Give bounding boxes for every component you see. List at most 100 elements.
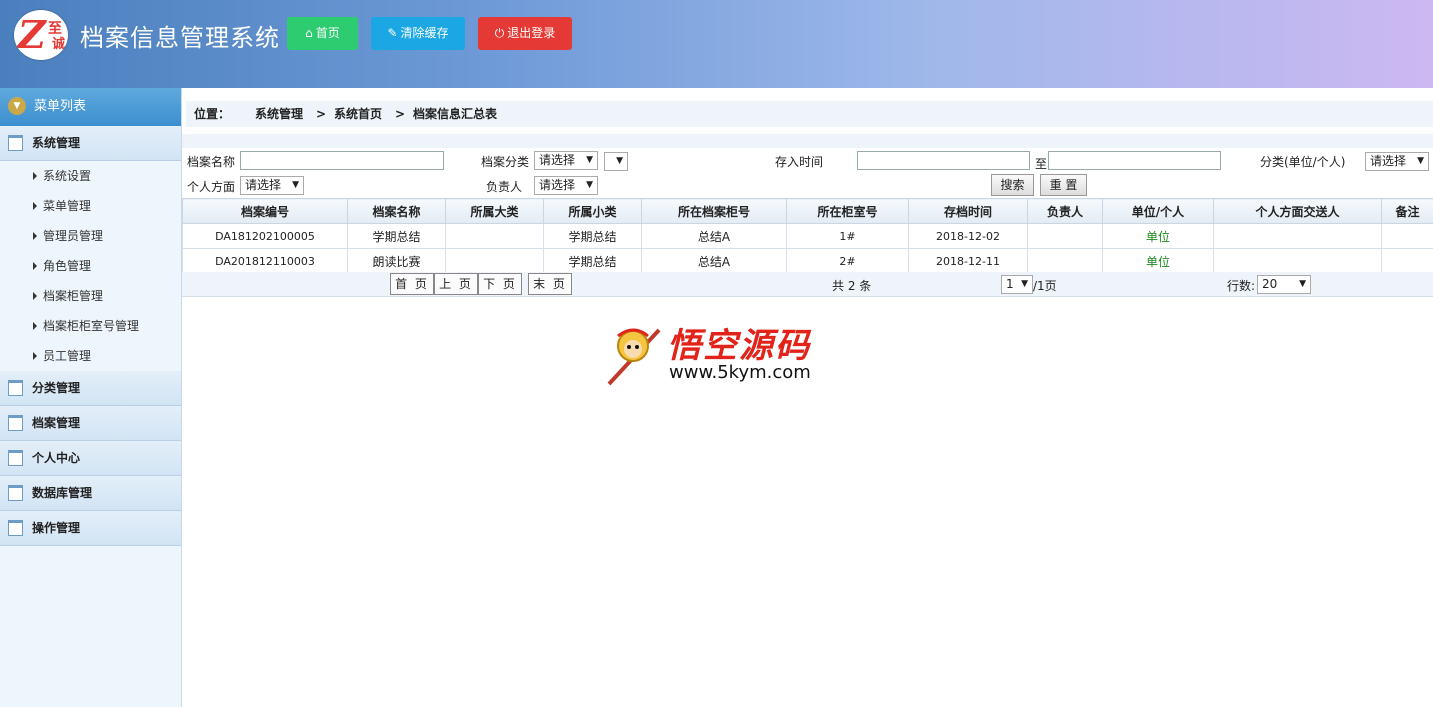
table-cell: 2#: [786, 248, 909, 274]
wrench-icon: ✎: [387, 26, 398, 40]
group-label: 分类管理: [32, 381, 81, 395]
page-select[interactable]: 1 ▼: [1001, 275, 1033, 294]
table-cell: 总结A: [641, 248, 787, 274]
archive-table: 档案编号 档案名称 所属大类 所属小类 所在档案柜号 所在柜室号 存档时间 负责…: [182, 198, 1433, 274]
table-cell: [1027, 248, 1103, 274]
sidebar-item-label: 档案柜柜室号管理: [43, 319, 140, 333]
column-header[interactable]: 负责人: [1027, 198, 1103, 224]
column-header[interactable]: 所属大类: [445, 198, 544, 224]
chevron-down-icon[interactable]: ▼: [8, 96, 26, 115]
breadcrumb-system-management[interactable]: 系统管理: [255, 101, 303, 127]
select-value: 请选择: [539, 153, 576, 167]
search-button[interactable]: 搜索: [991, 174, 1034, 196]
breadcrumb-system-home[interactable]: 系统首页: [334, 101, 382, 127]
reset-button[interactable]: 重 置: [1040, 174, 1087, 196]
column-header[interactable]: 所在档案柜号: [641, 198, 787, 224]
home-button[interactable]: ⌂ 首页: [287, 17, 358, 50]
sidebar-group-personal-center[interactable]: 个人中心: [0, 441, 181, 476]
table-cell: 单位: [1102, 223, 1214, 249]
column-header[interactable]: 备注: [1381, 198, 1433, 224]
store-time-from-input[interactable]: [857, 151, 1030, 170]
calendar-icon: [8, 414, 23, 431]
group-label: 操作管理: [32, 521, 81, 535]
column-header[interactable]: 所属小类: [543, 198, 642, 224]
clear-cache-button[interactable]: ✎ 清除缓存: [371, 17, 465, 50]
table-cell: 2018-12-02: [908, 223, 1028, 249]
app-logo: Z 至 诚: [14, 10, 68, 60]
table-cell: DA181202100005: [182, 223, 348, 249]
table-row[interactable]: DA181202100005 学期总结 学期总结 总结A 1# 2018-12-…: [182, 223, 1433, 249]
breadcrumb-label: 位置：: [194, 107, 231, 121]
personal-aspect-select[interactable]: 请选择 ▼: [240, 176, 304, 195]
prev-page-button[interactable]: 上 页: [434, 273, 478, 295]
unit-type-select[interactable]: 请选择 ▼: [1365, 152, 1429, 171]
logout-label: 退出登录: [507, 26, 556, 40]
sidebar-group-operations[interactable]: 操作管理: [0, 511, 181, 546]
column-header[interactable]: 个人方面交送人: [1213, 198, 1382, 224]
breadcrumb-current-page: 档案信息汇总表: [413, 107, 498, 121]
select-value: 请选择: [245, 178, 282, 192]
select-value: 20: [1262, 277, 1278, 291]
sidebar-item-label: 角色管理: [43, 259, 92, 273]
sidebar-item-cabinet-management[interactable]: 档案柜管理: [0, 281, 181, 311]
sidebar-item-menu-management[interactable]: 菜单管理: [0, 191, 181, 221]
sidebar-item-admin-management[interactable]: 管理员管理: [0, 221, 181, 251]
sidebar: ▼ 菜单列表 系统管理 系统设置 菜单管理 管理员管理 角色管理 档案柜管理 档案…: [0, 88, 182, 707]
table-cell: 2018-12-11: [908, 248, 1028, 274]
archive-name-input[interactable]: [240, 151, 444, 170]
table-cell: [445, 248, 544, 274]
caret-right-icon: [33, 292, 37, 300]
table-cell: 学期总结: [347, 223, 446, 249]
toolbar-strip: [182, 134, 1433, 148]
sidebar-item-cabinet-room-management[interactable]: 档案柜柜室号管理: [0, 311, 181, 341]
sidebar-item-label: 管理员管理: [43, 229, 104, 243]
dropdown-arrow-icon: ▼: [616, 156, 623, 166]
logout-button[interactable]: ⏻ 退出登录: [478, 17, 572, 50]
sidebar-item-employee-management[interactable]: 员工管理: [0, 341, 181, 371]
sidebar-group-archive[interactable]: 档案管理: [0, 406, 181, 441]
next-page-button[interactable]: 下 页: [478, 273, 522, 295]
column-header[interactable]: 单位/个人: [1102, 198, 1214, 224]
owner-select[interactable]: 请选择 ▼: [534, 176, 598, 195]
sidebar-group-database[interactable]: 数据库管理: [0, 476, 181, 511]
table-header-row: 档案编号 档案名称 所属大类 所属小类 所在档案柜号 所在柜室号 存档时间 负责…: [182, 198, 1433, 224]
rows-per-page-select[interactable]: 20 ▼: [1257, 275, 1311, 294]
group-label: 数据库管理: [32, 486, 93, 500]
menu-list-header[interactable]: ▼ 菜单列表: [0, 88, 181, 126]
calendar-icon: [8, 449, 23, 466]
personal-aspect-label: 个人方面: [187, 180, 236, 194]
group-label: 档案管理: [32, 416, 81, 430]
column-header[interactable]: 所在柜室号: [786, 198, 909, 224]
store-time-to-input[interactable]: [1048, 151, 1221, 170]
dropdown-arrow-icon: ▼: [586, 180, 593, 190]
column-header[interactable]: 存档时间: [908, 198, 1028, 224]
sidebar-item-role-management[interactable]: 角色管理: [0, 251, 181, 281]
table-cell: 单位: [1102, 248, 1214, 274]
store-time-label: 存入时间: [775, 155, 824, 169]
sidebar-group-category[interactable]: 分类管理: [0, 371, 181, 406]
archive-subcategory-select[interactable]: ▼: [604, 152, 628, 171]
first-page-button[interactable]: 首 页: [390, 273, 434, 295]
dropdown-arrow-icon: ▼: [292, 180, 299, 190]
rows-per-page-label: 行数:: [1227, 279, 1256, 293]
caret-right-icon: [33, 232, 37, 240]
dropdown-arrow-icon: ▼: [1299, 279, 1306, 289]
caret-right-icon: [33, 352, 37, 360]
last-page-button[interactable]: 末 页: [528, 273, 572, 295]
column-header[interactable]: 档案编号: [182, 198, 348, 224]
table-row[interactable]: DA201812110003 朗读比赛 学期总结 总结A 2# 2018-12-…: [182, 248, 1433, 274]
menu-list-title: 菜单列表: [34, 99, 87, 114]
power-icon: ⏻: [494, 26, 505, 40]
column-header[interactable]: 档案名称: [347, 198, 446, 224]
sidebar-item-label: 员工管理: [43, 349, 92, 363]
caret-right-icon: [33, 202, 37, 210]
sidebar-group-system[interactable]: 系统管理: [0, 126, 181, 161]
table-cell: 总结A: [641, 223, 787, 249]
system-submenu: 系统设置 菜单管理 管理员管理 角色管理 档案柜管理 档案柜柜室号管理 员工管理: [0, 161, 181, 371]
home-button-label: 首页: [315, 26, 340, 40]
archive-category-select[interactable]: 请选择 ▼: [534, 151, 598, 170]
caret-right-icon: [33, 262, 37, 270]
sidebar-item-system-settings[interactable]: 系统设置: [0, 161, 181, 191]
select-value: 请选择: [1370, 154, 1407, 168]
table-cell: 1#: [786, 223, 909, 249]
